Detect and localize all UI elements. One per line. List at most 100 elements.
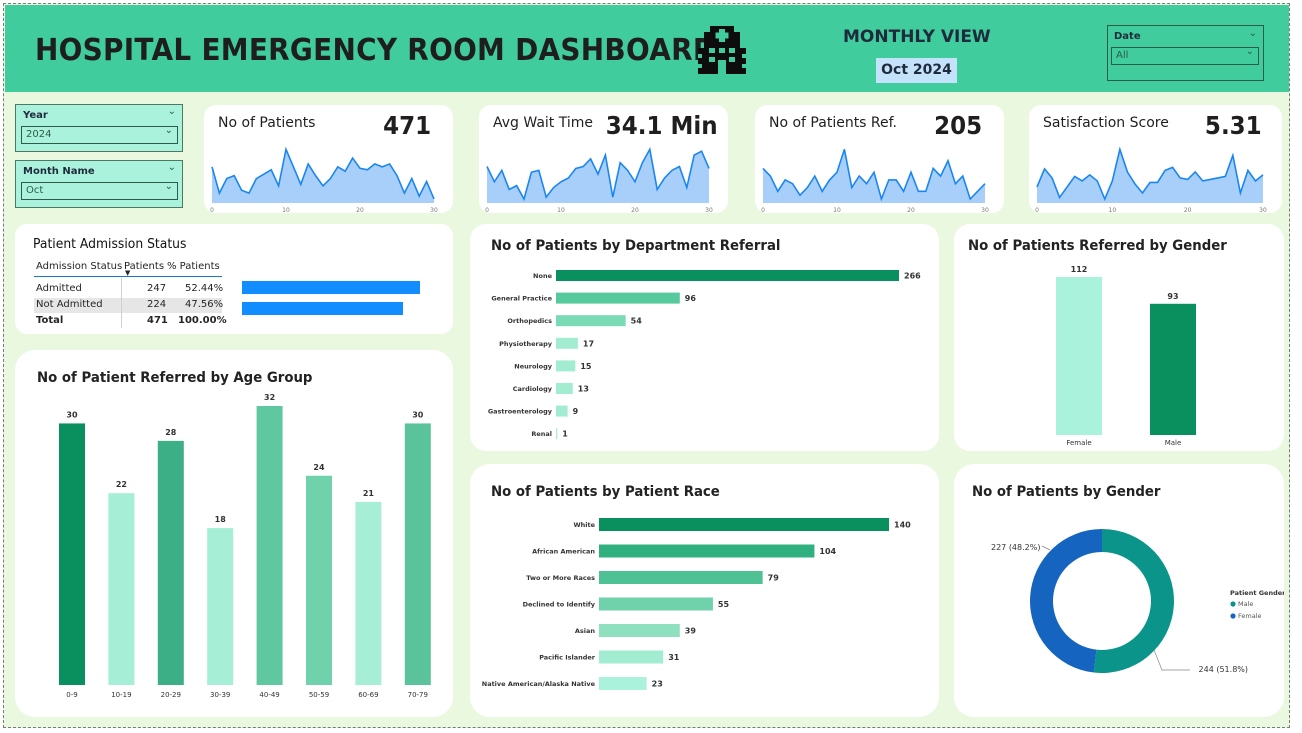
month-select[interactable]: Oct: [21, 182, 178, 200]
hbar: [556, 337, 578, 349]
kpi-card-satisfaction[interactable]: Satisfaction Score 5.31 0 10 20 30: [1029, 105, 1282, 213]
hbar: [599, 518, 889, 531]
kpi-value: 34.1 Min: [606, 111, 718, 140]
chevron-down-icon[interactable]: ⌄: [1246, 46, 1254, 57]
age-bar: [59, 423, 85, 685]
hbar-category: Declined to Identify: [523, 601, 596, 609]
sparkline-tick: 30: [705, 207, 713, 213]
hbar: [556, 292, 680, 304]
kpi-card-referrals[interactable]: No of Patients Ref. 205 0 10 20 30: [755, 105, 1004, 213]
age-bar-label: 22: [116, 480, 127, 489]
gender-referred-chart: 112 Female 93 Male: [1056, 265, 1196, 447]
date-slicer[interactable]: Date ⌄ All ⌄: [1107, 25, 1264, 81]
gender-bar-label: 93: [1167, 292, 1178, 301]
table-cell: 52.44%: [185, 283, 224, 294]
hbar-value: 55: [718, 600, 730, 609]
hbar-category: Orthopedics: [507, 317, 552, 325]
hbar-category: Native American/Alaska Native: [482, 680, 596, 688]
date-select[interactable]: All: [1111, 47, 1259, 65]
sparkline-tick: 10: [833, 207, 841, 213]
gender-referred-card: No of Patients Referred by Gender 112 Fem…: [954, 224, 1284, 451]
year-slicer-label: Year: [23, 110, 48, 121]
sparkline-tick: 0: [210, 207, 214, 213]
column-header[interactable]: % Patients: [167, 261, 220, 272]
kpi-card-patients[interactable]: No of Patients 471 0 10 20 30: [204, 105, 453, 213]
hbar-value: 9: [573, 407, 579, 416]
hbar: [599, 544, 815, 558]
age-group-chart: 30 0-9 22 10-19 28 20-29 18 30-39 32 40-49 24 50-59…: [59, 393, 431, 699]
hbar-category: Pacific Islander: [539, 654, 596, 662]
gender-bar: [1056, 277, 1102, 435]
hbar: [556, 270, 899, 281]
sparkline-tick: 10: [1109, 207, 1117, 213]
donut-label: 244 (51.8%): [1199, 665, 1248, 674]
age-bar: [256, 406, 283, 685]
hbar-category: Cardiology: [513, 385, 553, 393]
sparkline-area: [212, 149, 434, 203]
gender-bar: [1150, 303, 1196, 435]
donut-leader: [1041, 545, 1051, 551]
table-total: Total: [36, 315, 64, 326]
sparkline-area: [487, 149, 709, 203]
age-tick: 40-49: [259, 691, 279, 699]
age-tick: 50-59: [309, 691, 329, 699]
age-group-card: No of Patient Referred by Age Group 30 0-…: [15, 350, 453, 717]
header-bar: HOSPITAL EMERGENCY ROOM DASHBOARD MONTHL…: [5, 5, 1289, 92]
year-select-value: 2024: [26, 129, 52, 140]
department-chart: None 266 General Practice 96 Orthopedics 54 Ph…: [488, 270, 921, 440]
hbar-category: Asian: [575, 627, 596, 635]
admission-bar: [242, 281, 420, 294]
sparkline: 0 10 20 30: [210, 146, 438, 213]
hbar: [599, 571, 763, 584]
year-select[interactable]: 2024: [21, 126, 178, 144]
kpi-value: 5.31: [1205, 111, 1262, 140]
table-total: 471: [147, 315, 168, 326]
chevron-down-icon[interactable]: ⌄: [165, 125, 173, 136]
hbar-value: 17: [583, 339, 594, 348]
chevron-down-icon[interactable]: ⌄: [165, 181, 173, 192]
age-bar: [404, 423, 431, 685]
column-divider: [121, 278, 122, 328]
hbar-value: 104: [819, 547, 836, 556]
hbar: [556, 428, 558, 440]
hbar: [599, 650, 664, 664]
monthly-view-title: MONTHLY VIEW: [843, 27, 991, 47]
hbar-category: None: [533, 272, 553, 280]
sparkline-tick: 0: [1035, 207, 1039, 213]
age-tick: 0-9: [66, 691, 77, 699]
hbar-value: 54: [631, 317, 643, 326]
year-slicer[interactable]: Year ⌄ 2024 ⌄: [15, 104, 183, 152]
chevron-down-icon[interactable]: ⌄: [168, 106, 176, 117]
hbar-category: White: [573, 521, 595, 529]
legend-item: Male: [1238, 600, 1253, 608]
hbar-value: 79: [768, 574, 780, 583]
month-badge: Oct 2024: [876, 58, 957, 83]
column-header[interactable]: Admission Status: [36, 261, 122, 272]
hbar: [556, 383, 573, 394]
age-bar: [108, 493, 135, 685]
chevron-down-icon[interactable]: ⌄: [1249, 28, 1257, 39]
hbar: [556, 360, 576, 372]
sparkline-area: [1037, 149, 1263, 203]
dashboard-canvas: HOSPITAL EMERGENCY ROOM DASHBOARD MONTHL…: [3, 3, 1290, 728]
donut-slice: [1093, 529, 1175, 673]
hbar: [556, 405, 568, 417]
table-cell: 224: [147, 299, 167, 310]
sparkline-tick: 30: [1259, 207, 1267, 213]
hbar: [599, 624, 680, 637]
hbar-value: 266: [904, 272, 921, 281]
age-tick: 10-19: [111, 691, 131, 699]
dashboard-title: HOSPITAL EMERGENCY ROOM DASHBOARD: [35, 33, 717, 68]
age-bar: [157, 440, 184, 685]
kpi-label: Avg Wait Time: [493, 115, 593, 131]
kpi-label: No of Patients Ref.: [769, 115, 897, 131]
chevron-down-icon[interactable]: ⌄: [168, 162, 176, 173]
age-bar: [207, 528, 234, 685]
sparkline: 0 10 20 30: [1035, 146, 1267, 213]
hbar-category: Gastroenterology: [488, 408, 553, 416]
kpi-label: Satisfaction Score: [1043, 115, 1169, 131]
hbar: [599, 597, 713, 611]
age-bar: [306, 475, 332, 685]
month-slicer[interactable]: Month Name ⌄ Oct ⌄: [15, 160, 183, 208]
kpi-card-wait-time[interactable]: Avg Wait Time 34.1 Min 0 10 20 30: [479, 105, 728, 213]
